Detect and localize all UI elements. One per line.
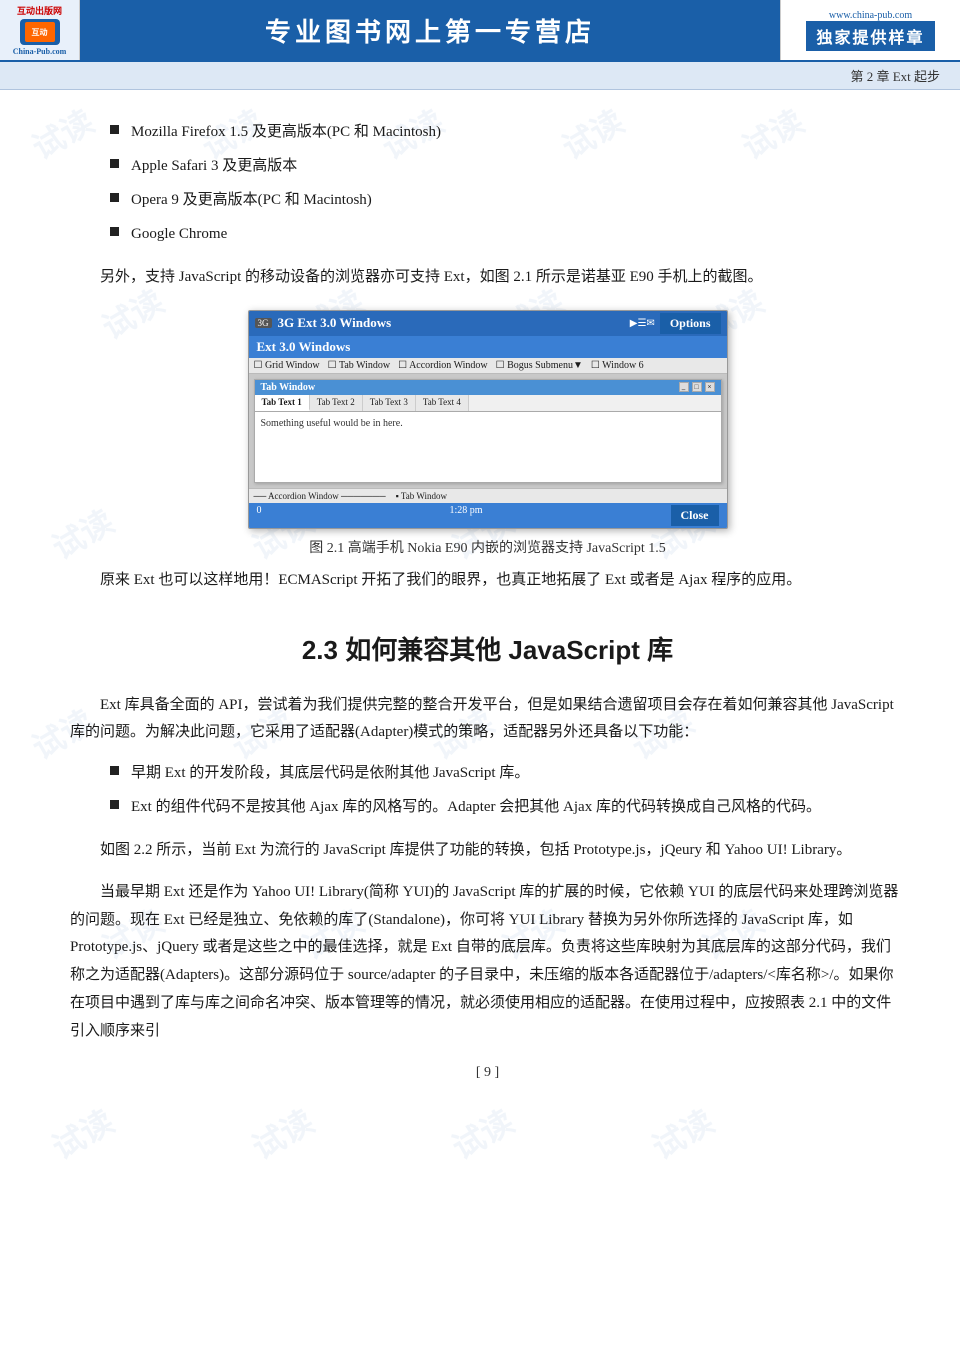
phone-tab-1: Tab Text 1 xyxy=(255,395,310,411)
browser-list-section: Mozilla Firefox 1.5 及更高版本(PC 和 Macintosh… xyxy=(70,120,905,246)
list-item-text: Google Chrome xyxy=(131,222,227,246)
page-number: [ 9 ] xyxy=(70,1065,905,1101)
phone-app-title: Ext 3.0 Windows xyxy=(257,339,351,355)
list-item-text: Apple Safari 3 及更高版本 xyxy=(131,154,297,178)
phone-window-title-text: Tab Window xyxy=(261,382,316,393)
list-item: Apple Safari 3 及更高版本 xyxy=(110,154,905,178)
chapter-bar: 第 2 章 Ext 起步 xyxy=(0,62,960,90)
bullet-icon xyxy=(110,125,119,134)
list-item: Google Chrome xyxy=(110,222,905,246)
bullet-icon xyxy=(110,193,119,202)
phone-tab-2: Tab Text 2 xyxy=(310,395,363,411)
phone-window: Tab Window _ □ × Tab Text 1 Tab Text 2 T… xyxy=(254,379,722,483)
phone-statusbottom: 0 1:28 pm Close xyxy=(249,503,727,528)
phone-app-name: 3G Ext 3.0 Windows xyxy=(278,315,392,331)
logo-top-text: 互动出版网 xyxy=(17,4,62,17)
phone-status-count: 0 xyxy=(257,505,262,526)
logo-bottom-text: China-Pub.com xyxy=(13,47,67,56)
phone-appbar: Ext 3.0 Windows xyxy=(249,336,727,358)
header-exclusive: 独家提供样章 xyxy=(806,21,934,51)
list-item-text: Mozilla Firefox 1.5 及更高版本(PC 和 Macintosh… xyxy=(131,120,441,144)
paragraph-3: Ext 库具备全面的 API，尝试着为我们提供完整的整合开发平台，但是如果结合遗… xyxy=(70,692,905,748)
list-item-text: 早期 Ext 的开发阶段，其底层代码是依附其他 JavaScript 库。 xyxy=(131,761,529,785)
list-item: 早期 Ext 的开发阶段，其底层代码是依附其他 JavaScript 库。 xyxy=(110,761,905,785)
browser-bullet-list: Mozilla Firefox 1.5 及更高版本(PC 和 Macintosh… xyxy=(110,120,905,246)
list-item-text: Opera 9 及更高版本(PC 和 Macintosh) xyxy=(131,188,372,212)
phone-window-titlebar: Tab Window _ □ × xyxy=(255,380,721,395)
adapter-bullet-list: 早期 Ext 的开发阶段，其底层代码是依附其他 JavaScript 库。 Ex… xyxy=(110,761,905,819)
options-button[interactable]: Options xyxy=(660,313,721,334)
figure-2-1: 3G 3G Ext 3.0 Windows ▶☰✉ Options Ext 3.… xyxy=(70,310,905,557)
paragraph-4: 如图 2.2 所示，当前 Ext 为流行的 JavaScript 库提供了功能的… xyxy=(70,837,905,865)
phone-menubar: ☐ Grid Window ☐ Tab Window ☐ Accordion W… xyxy=(249,358,727,374)
close-button[interactable]: Close xyxy=(671,505,719,526)
logo: 互动出版网 互动 China-Pub.com xyxy=(0,0,80,60)
adapter-list-section: 早期 Ext 的开发阶段，其底层代码是依附其他 JavaScript 库。 Ex… xyxy=(70,761,905,819)
list-item: Opera 9 及更高版本(PC 和 Macintosh) xyxy=(110,188,905,212)
phone-tabs: Tab Text 1 Tab Text 2 Tab Text 3 Tab Tex… xyxy=(255,395,721,412)
page-header: 互动出版网 互动 China-Pub.com 专业图书网上第一专营店 www.c… xyxy=(0,0,960,62)
figure-caption: 图 2.1 高端手机 Nokia E90 内嵌的浏览器支持 JavaScript… xyxy=(309,537,666,557)
logo-icon: 互动 xyxy=(20,19,60,45)
header-title: 专业图书网上第一专营店 xyxy=(80,0,780,60)
bullet-icon xyxy=(110,227,119,236)
header-title-text: 专业图书网上第一专营店 xyxy=(265,12,595,49)
phone-status-time: 1:28 pm xyxy=(449,505,482,526)
paragraph-5: 当最早期 Ext 还是作为 Yahoo UI! Library(简称 YUI)的… xyxy=(70,879,905,1046)
paragraph-1: 另外，支持 JavaScript 的移动设备的浏览器亦可支持 Ext，如图 2.… xyxy=(70,264,905,292)
section-heading-text: 2.3 如何兼容其他 JavaScript 库 xyxy=(302,635,673,665)
list-item: Ext 的组件代码不是按其他 Ajax 库的风格写的。Adapter 会把其他 … xyxy=(110,795,905,819)
header-right: www.china-pub.com 独家提供样章 xyxy=(780,0,960,60)
phone-tab-3: Tab Text 3 xyxy=(363,395,416,411)
phone-screenshot: 3G 3G Ext 3.0 Windows ▶☰✉ Options Ext 3.… xyxy=(248,310,728,529)
paragraph-2: 原来 Ext 也可以这样地用！ECMAScript 开拓了我们的眼界，也真正地拓… xyxy=(70,567,905,595)
phone-tab-4: Tab Text 4 xyxy=(416,395,469,411)
phone-bottom-bar: ── Accordion Window ─────── ▪ Tab Window xyxy=(249,488,727,503)
list-item-text: Ext 的组件代码不是按其他 Ajax 库的风格写的。Adapter 会把其他 … xyxy=(131,795,821,819)
phone-content-area: Something useful would be in here. xyxy=(255,412,721,482)
main-content: 试读 试读 试读 试读 试读 试读 试读 试读 试读 试读 试读 试读 试读 试… xyxy=(0,90,960,1131)
bullet-icon xyxy=(110,159,119,168)
section-heading: 2.3 如何兼容其他 JavaScript 库 xyxy=(70,630,905,667)
chapter-bar-text: 第 2 章 Ext 起步 xyxy=(850,69,940,84)
bullet-icon xyxy=(110,766,119,775)
list-item: Mozilla Firefox 1.5 及更高版本(PC 和 Macintosh… xyxy=(110,120,905,144)
header-url: www.china-pub.com xyxy=(829,10,912,21)
bullet-icon xyxy=(110,800,119,809)
phone-statusbar: 3G 3G Ext 3.0 Windows ▶☰✉ Options xyxy=(249,311,727,336)
